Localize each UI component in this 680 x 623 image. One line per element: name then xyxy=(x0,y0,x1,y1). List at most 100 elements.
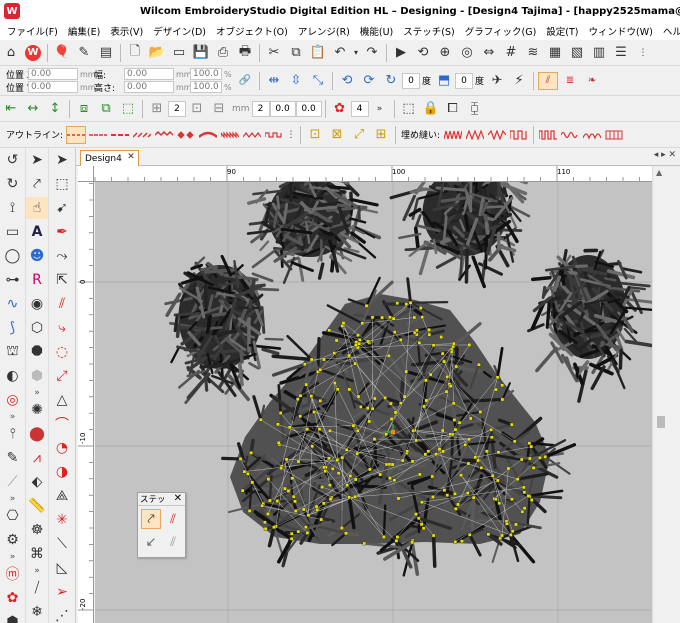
tab-close-icon[interactable]: ✕ xyxy=(127,152,135,162)
reshape-node[interactable] xyxy=(293,499,297,504)
reshape-node[interactable] xyxy=(259,417,263,422)
reshape-node[interactable] xyxy=(454,507,458,511)
position-y-input[interactable] xyxy=(28,81,78,93)
position-x-input[interactable] xyxy=(28,68,78,80)
reshape-node[interactable] xyxy=(391,316,396,321)
reshape-node[interactable] xyxy=(522,490,527,495)
reshape-node[interactable] xyxy=(404,302,409,306)
reshape-node[interactable] xyxy=(442,488,447,492)
polygon-icon[interactable]: △ xyxy=(51,389,73,411)
reshape-node[interactable] xyxy=(335,458,340,462)
reshape-node[interactable] xyxy=(396,496,401,501)
rotate-angle-icon[interactable]: ↻ xyxy=(381,71,401,91)
spacing-1-input[interactable] xyxy=(168,100,186,117)
ruler-icon[interactable]: 📏 xyxy=(26,495,48,517)
reshape-node[interactable] xyxy=(370,315,375,320)
reshape-node[interactable] xyxy=(335,387,340,392)
curve-edit-icon[interactable]: ⌒ xyxy=(51,413,73,435)
reshape-node[interactable] xyxy=(467,437,471,442)
reshape-node[interactable] xyxy=(529,498,534,502)
reshape-node[interactable] xyxy=(309,394,314,398)
reshape-node[interactable] xyxy=(489,427,493,432)
reshape-node[interactable] xyxy=(322,465,326,470)
reshape-node[interactable] xyxy=(418,306,423,310)
stitch-backtrack-icon[interactable]: ↙ xyxy=(141,532,161,552)
reshape-node[interactable] xyxy=(327,456,331,461)
skew-icon[interactable]: ⤡ xyxy=(308,71,328,91)
reshape-node[interactable] xyxy=(382,535,386,539)
reshape-node[interactable] xyxy=(383,396,387,400)
lettering-icon[interactable]: A xyxy=(26,221,48,243)
reshape-node[interactable] xyxy=(515,477,520,481)
reshape-node[interactable] xyxy=(323,469,328,473)
properties-icon[interactable]: ☰ xyxy=(611,43,631,63)
reshape-node[interactable] xyxy=(495,375,500,380)
stitch-reshape-icon[interactable]: ⤤ xyxy=(141,509,161,529)
reshape-node[interactable] xyxy=(328,497,333,501)
toolbar-more-icon[interactable]: » xyxy=(10,552,16,562)
triangle-icon[interactable]: ◺ xyxy=(51,557,73,579)
slant-angle-input[interactable] xyxy=(455,72,474,89)
pointer-icon[interactable]: ➤ xyxy=(51,149,73,171)
tab-design4[interactable]: Design4 ✕ xyxy=(80,150,139,166)
reshape-node[interactable] xyxy=(490,435,494,440)
paw-main-pad[interactable] xyxy=(221,276,577,577)
reshape-node[interactable] xyxy=(512,439,517,444)
reshape-node[interactable] xyxy=(266,512,270,516)
design-library-icon[interactable]: ✎ xyxy=(74,43,94,63)
reshape-node[interactable] xyxy=(364,304,369,308)
input-b-icon[interactable]: ↻ xyxy=(2,173,24,195)
sequin-design-icon[interactable]: ◉ xyxy=(26,293,48,315)
select-arrow-icon[interactable]: ➤ xyxy=(26,149,48,171)
reshape-node[interactable] xyxy=(424,398,429,403)
menu-function[interactable]: 機能(U) xyxy=(355,24,398,38)
offset-1-input[interactable] xyxy=(269,100,296,117)
distribute-1-icon[interactable]: ⧈ xyxy=(74,99,94,119)
select-box-icon[interactable]: ⬚ xyxy=(399,99,419,119)
toolbar-more-icon[interactable]: » xyxy=(10,412,16,422)
stitch-reverse-icon[interactable]: ⟲ xyxy=(413,43,433,63)
scrollbar-thumb[interactable] xyxy=(657,416,665,428)
reshape-node[interactable] xyxy=(247,509,252,513)
hoop-icon[interactable]: ◎ xyxy=(457,43,477,63)
reshape-node[interactable] xyxy=(370,406,375,411)
reshape-node[interactable] xyxy=(372,437,377,441)
shape-tool-icon[interactable]: ⬖ xyxy=(26,471,48,493)
reshape-node[interactable] xyxy=(332,381,337,385)
outline-overflow-icon[interactable]: ⋮ xyxy=(286,125,296,145)
reshape-node[interactable] xyxy=(404,369,408,374)
group-icon[interactable]: ⧠ xyxy=(443,99,463,119)
align-center-icon[interactable]: ↔ xyxy=(23,99,43,119)
align-vertical-icon[interactable]: ↕ xyxy=(45,99,65,119)
reshape-node[interactable] xyxy=(414,512,418,516)
reshape-node[interactable] xyxy=(440,428,445,433)
reshape-node[interactable] xyxy=(279,466,283,470)
reshape-node[interactable] xyxy=(263,527,268,531)
mirror-vertical-icon[interactable]: ⇳ xyxy=(286,71,306,91)
hot-air-balloon-icon[interactable]: 🎈 xyxy=(52,43,72,63)
reshape-node[interactable] xyxy=(505,521,509,526)
reshape-node[interactable] xyxy=(387,353,391,358)
reshape-node[interactable] xyxy=(341,321,346,325)
reshape-node[interactable] xyxy=(453,427,458,432)
reshape-node[interactable] xyxy=(400,458,405,463)
open-design-icon[interactable]: ▭ xyxy=(169,43,189,63)
reshape-node[interactable] xyxy=(451,401,456,406)
reshape-node[interactable] xyxy=(378,472,382,477)
reshape-node[interactable] xyxy=(467,533,472,537)
reshape-node[interactable] xyxy=(347,495,352,500)
reshape-node[interactable] xyxy=(354,343,358,348)
feather-icon[interactable]: ⤷ xyxy=(51,317,73,339)
undo-dropdown-icon[interactable]: ▾ xyxy=(352,43,360,63)
reshape-node[interactable] xyxy=(356,333,360,337)
reshape-node[interactable] xyxy=(238,457,243,461)
toolbar-overflow-icon[interactable]: » xyxy=(370,99,390,119)
reshape-node[interactable] xyxy=(422,404,426,409)
reshape-node[interactable] xyxy=(304,525,308,529)
reshape-node[interactable] xyxy=(384,432,388,437)
round-icon[interactable]: ◔ xyxy=(51,437,73,459)
catalog-icon[interactable]: ▤ xyxy=(96,43,116,63)
reshape-node[interactable] xyxy=(479,465,484,470)
fill-square-wave-icon[interactable] xyxy=(538,126,558,144)
reshape-node[interactable] xyxy=(468,416,473,421)
